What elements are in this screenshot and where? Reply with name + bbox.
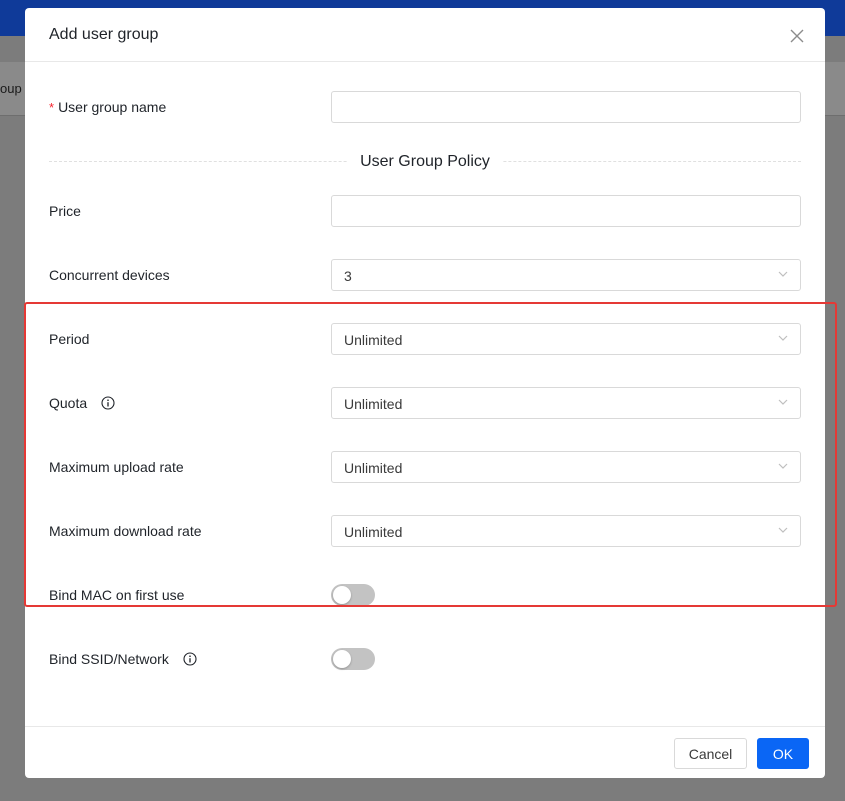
ok-button[interactable]: OK	[757, 738, 809, 769]
max-download-rate-row: Maximum download rate Unlimited	[25, 515, 825, 547]
dialog-title: Add user group	[49, 26, 159, 43]
concurrent-devices-value: 3	[344, 268, 352, 284]
quota-label: Quota	[49, 395, 115, 411]
max-download-rate-value: Unlimited	[344, 524, 403, 540]
user-group-name-input[interactable]	[331, 91, 801, 123]
bind-ssid-label: Bind SSID/Network	[49, 651, 197, 667]
required-mark: *	[49, 99, 55, 115]
chevron-down-icon	[778, 335, 788, 341]
bind-mac-row: Bind MAC on first use	[25, 579, 825, 611]
chevron-down-icon	[778, 463, 788, 469]
max-upload-rate-label: Maximum upload rate	[49, 459, 184, 475]
chevron-down-icon	[778, 271, 788, 277]
policy-section-divider: User Group Policy	[49, 151, 801, 171]
period-value: Unlimited	[344, 332, 403, 348]
chevron-down-icon	[778, 399, 788, 405]
max-upload-rate-select[interactable]: Unlimited	[331, 451, 801, 483]
period-label: Period	[49, 331, 90, 347]
quota-value: Unlimited	[344, 396, 403, 412]
close-button[interactable]	[785, 24, 809, 48]
concurrent-devices-select[interactable]: 3	[331, 259, 801, 291]
chevron-down-icon	[778, 527, 788, 533]
dialog-footer: Cancel OK	[25, 726, 825, 778]
add-user-group-dialog: Add user group * User group name User Gr…	[25, 8, 825, 778]
user-group-name-label: * User group name	[49, 99, 166, 115]
price-label: Price	[49, 203, 81, 219]
price-input[interactable]	[331, 195, 801, 227]
price-row: Price	[25, 195, 825, 227]
max-download-rate-label: Maximum download rate	[49, 523, 202, 539]
background-tab-label: oup	[0, 81, 22, 96]
bind-ssid-row: Bind SSID/Network	[25, 643, 825, 675]
quota-label-text: Quota	[49, 395, 88, 411]
bind-ssid-toggle[interactable]	[331, 648, 375, 670]
close-icon	[790, 29, 804, 43]
period-row: Period Unlimited	[25, 323, 825, 355]
max-upload-rate-value: Unlimited	[344, 460, 403, 476]
period-select[interactable]: Unlimited	[331, 323, 801, 355]
toggle-knob	[333, 650, 351, 668]
quota-row: Quota Unlimited	[25, 387, 825, 419]
max-download-rate-select[interactable]: Unlimited	[331, 515, 801, 547]
section-title: User Group Policy	[348, 153, 502, 170]
quota-select[interactable]: Unlimited	[331, 387, 801, 419]
user-group-name-row: * User group name	[25, 91, 825, 123]
max-upload-rate-row: Maximum upload rate Unlimited	[25, 451, 825, 483]
cancel-button[interactable]: Cancel	[674, 738, 747, 769]
bind-ssid-label-text: Bind SSID/Network	[49, 651, 169, 667]
dialog-header: Add user group	[25, 8, 825, 62]
bind-mac-toggle[interactable]	[331, 584, 375, 606]
info-icon[interactable]	[183, 652, 197, 666]
info-icon[interactable]	[101, 396, 115, 410]
concurrent-devices-row: Concurrent devices 3	[25, 259, 825, 291]
concurrent-devices-label: Concurrent devices	[49, 267, 170, 283]
bind-mac-label: Bind MAC on first use	[49, 587, 185, 603]
toggle-knob	[333, 586, 351, 604]
user-group-name-label-text: User group name	[58, 99, 167, 115]
